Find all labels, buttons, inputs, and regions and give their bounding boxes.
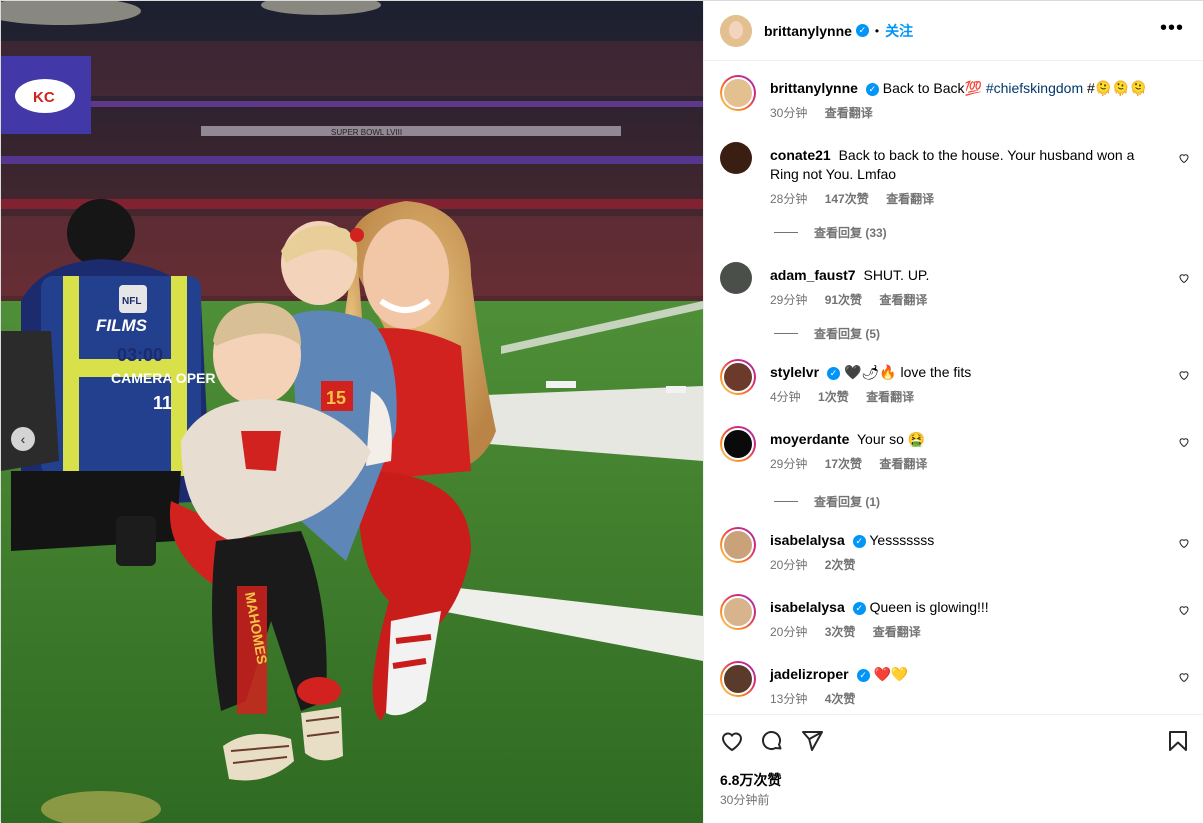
comment-likes[interactable]: 17次赞: [825, 457, 862, 471]
svg-text:KC: KC: [33, 89, 55, 106]
comment-likes[interactable]: 3次赞: [825, 625, 856, 639]
comment-likes[interactable]: 4次赞: [825, 692, 856, 706]
comment-text: 🖤🌶🔥 love the fits: [843, 364, 972, 380]
comment-text: SHUT. UP.: [863, 267, 930, 283]
view-replies-button[interactable]: 查看回复 (33): [774, 224, 887, 241]
comment-like-icon[interactable]: [1178, 604, 1190, 616]
comment-username[interactable]: conate21: [770, 147, 831, 163]
author-username[interactable]: brittanylynne: [764, 23, 852, 39]
comment-text: Yesssssss: [869, 532, 935, 548]
comment-likes[interactable]: 2次赞: [825, 558, 856, 572]
follow-button[interactable]: 关注: [885, 21, 913, 41]
vest-role-text: CAMERA OPER: [111, 370, 216, 386]
save-icon[interactable]: [1166, 729, 1190, 753]
caption-time: 30分钟: [770, 106, 808, 120]
stadium-banner-text: SUPER BOWL LVIII: [331, 128, 402, 137]
comment-like-icon[interactable]: [1178, 152, 1190, 164]
comments-list[interactable]: brittanylynne ✓ Back to Back💯 #chiefsking…: [704, 62, 1203, 714]
replies-line: [774, 333, 798, 334]
caption-hashtag[interactable]: #chiefskingdom: [986, 80, 1083, 96]
verified-icon: ✓: [856, 668, 870, 682]
photo-illustration: SUPER BOWL LVIII KC NFL FILMS 03:00 CAME…: [1, 1, 703, 823]
post-header: brittanylynne ✓ • 关注 •••: [704, 1, 1203, 61]
commenter-avatar[interactable]: [720, 527, 756, 563]
comment-username[interactable]: isabelalysa: [770, 599, 845, 615]
view-replies-label: 查看回复 (33): [814, 226, 887, 240]
comment-time: 13分钟: [770, 692, 808, 706]
comment-username[interactable]: stylelvr: [770, 364, 819, 380]
comment-like-icon[interactable]: [1178, 369, 1190, 381]
caption-avatar[interactable]: [720, 75, 756, 111]
author-avatar-icon: [720, 14, 752, 47]
post-sidebar: brittanylynne ✓ • 关注 ••• brittanylynne ✓ …: [703, 1, 1203, 823]
caption-translate-button[interactable]: 查看翻译: [825, 106, 873, 120]
comment-likes[interactable]: 147次赞: [825, 192, 869, 206]
commenter-avatar[interactable]: [720, 594, 756, 630]
view-replies-button[interactable]: 查看回复 (5): [774, 325, 880, 342]
vest-time-text: 03:00: [117, 345, 163, 365]
comment-time: 29分钟: [770, 457, 808, 471]
comment-time: 28分钟: [770, 192, 808, 206]
comment-username[interactable]: adam_faust7: [770, 267, 856, 283]
verified-icon: ✓: [855, 24, 869, 37]
comment-likes[interactable]: 91次赞: [825, 293, 862, 307]
comment-like-icon[interactable]: [1178, 436, 1190, 448]
author-avatar[interactable]: [720, 14, 752, 47]
like-icon[interactable]: [720, 729, 744, 753]
comment-username[interactable]: isabelalysa: [770, 532, 845, 548]
share-icon[interactable]: [800, 729, 824, 753]
view-replies-button[interactable]: 查看回复 (1): [774, 493, 880, 510]
replies-line: [774, 232, 798, 233]
caption-text: Back to Back💯: [882, 80, 982, 96]
comment-translate-button[interactable]: 查看翻译: [879, 457, 927, 471]
commenter-avatar[interactable]: [720, 426, 756, 462]
comment-text: Queen is glowing!!!: [869, 599, 989, 615]
vest-number-text: 11: [153, 393, 172, 413]
view-replies-label: 查看回复 (5): [814, 327, 881, 341]
comment-time: 20分钟: [770, 558, 808, 572]
carousel-prev-icon[interactable]: ‹: [11, 427, 35, 451]
jersey-number-text: 15: [326, 388, 346, 408]
verified-icon: ✓: [827, 366, 841, 380]
comment-translate-button[interactable]: 查看翻译: [873, 625, 921, 639]
post-dialog: SUPER BOWL LVIII KC NFL FILMS 03:00 CAME…: [0, 0, 1203, 823]
post-timestamp: 30分钟前: [720, 793, 770, 807]
comment-time: 20分钟: [770, 625, 808, 639]
comment-icon[interactable]: [760, 729, 784, 753]
comment-likes[interactable]: 1次赞: [818, 390, 849, 404]
commenter-avatar[interactable]: [720, 262, 752, 294]
comment-translate-button[interactable]: 查看翻译: [886, 192, 934, 206]
comment-username[interactable]: jadelizroper: [770, 666, 849, 682]
comment-like-icon[interactable]: [1178, 272, 1190, 284]
commenter-avatar[interactable]: [720, 359, 756, 395]
comment-time: 4分钟: [770, 390, 801, 404]
comment-text: ❤️💛: [873, 666, 909, 682]
view-replies-label: 查看回复 (1): [814, 495, 881, 509]
verified-icon: ✓: [865, 82, 879, 96]
caption-username[interactable]: brittanylynne: [770, 80, 858, 96]
more-options-icon[interactable]: •••: [1160, 17, 1184, 40]
verified-icon: ✓: [852, 601, 866, 615]
post-photo[interactable]: SUPER BOWL LVIII KC NFL FILMS 03:00 CAME…: [1, 1, 703, 823]
comment-like-icon[interactable]: [1178, 671, 1190, 683]
replies-line: [774, 501, 798, 502]
likes-count[interactable]: 6.8万次赞: [720, 770, 781, 790]
vest-films-text: FILMS: [96, 316, 148, 335]
vest-nfl-text: NFL: [122, 296, 141, 307]
comment-username[interactable]: moyerdante: [770, 431, 849, 447]
separator-dot: •: [874, 23, 880, 38]
caption-suffix: #🫠🫠🫠: [1087, 80, 1148, 96]
commenter-avatar[interactable]: [720, 661, 756, 697]
comment-translate-button[interactable]: 查看翻译: [879, 293, 927, 307]
comment-text: Your so 🤮: [857, 431, 926, 447]
verified-icon: ✓: [852, 534, 866, 548]
comment-time: 29分钟: [770, 293, 808, 307]
post-actions: 6.8万次赞 30分钟前: [704, 714, 1203, 823]
commenter-avatar[interactable]: [720, 142, 752, 174]
comment-like-icon[interactable]: [1178, 537, 1190, 549]
comment-translate-button[interactable]: 查看翻译: [866, 390, 914, 404]
